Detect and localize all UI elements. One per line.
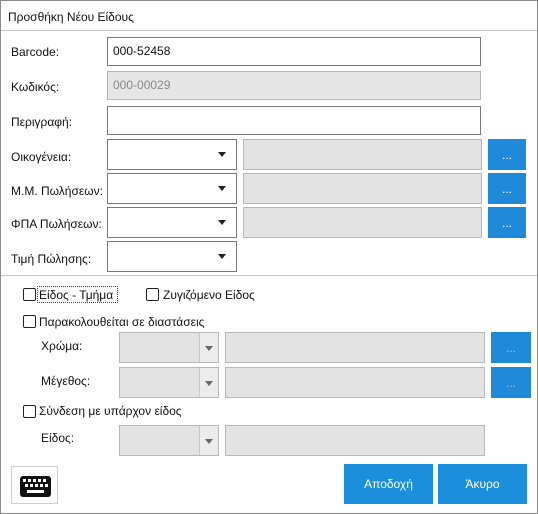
family-browse-button[interactable]: ... — [488, 139, 526, 170]
item-dropdown[interactable] — [119, 425, 219, 456]
chevron-down-icon — [218, 152, 226, 157]
chevron-down-icon — [205, 439, 213, 444]
family-label: Οικογένεια: — [11, 150, 72, 164]
window-title: Προσθήκη Νέου Είδους — [8, 10, 134, 24]
chevron-down-icon — [205, 346, 213, 351]
cancel-button[interactable]: Άκυρο — [438, 464, 527, 504]
price-label: Τιμή Πώλησης: — [11, 252, 92, 266]
barcode-input[interactable]: 000-52458 — [107, 37, 481, 66]
chevron-down-icon — [218, 220, 226, 225]
code-label: Κωδικός: — [11, 80, 60, 94]
keyboard-icon — [20, 476, 51, 497]
title-divider — [1, 30, 537, 31]
keyboard-button[interactable] — [11, 466, 58, 504]
barcode-label: Barcode: — [11, 45, 60, 59]
vat-dropdown[interactable] — [107, 207, 237, 238]
size-label: Μέγεθος: — [41, 374, 91, 388]
unit-browse-button[interactable]: ... — [488, 173, 526, 204]
track-dimensions-label[interactable]: Παρακολουθείται σε διαστάσεις — [39, 315, 204, 329]
item-department-label[interactable]: Είδος - Τμήμα — [39, 288, 113, 302]
vat-name-display — [243, 207, 482, 238]
unit-name-display — [243, 173, 482, 204]
description-label: Περιγραφή: — [11, 115, 73, 129]
weighed-item-label[interactable]: Ζυγιζόμενο Είδος — [163, 288, 255, 302]
chevron-down-icon — [218, 186, 226, 191]
color-label: Χρώμα: — [41, 339, 83, 353]
weighed-item-checkbox[interactable] — [146, 288, 159, 301]
track-dimensions-checkbox[interactable] — [23, 315, 36, 328]
item-label: Είδος: — [41, 431, 75, 445]
item-department-checkbox[interactable] — [23, 288, 36, 301]
link-existing-label[interactable]: Σύνδεση με υπάρχον είδος — [39, 404, 182, 418]
vat-label: ΦΠΑ Πωλήσεων: — [11, 217, 102, 231]
description-input[interactable] — [107, 106, 481, 135]
unit-dropdown[interactable] — [107, 173, 237, 204]
vat-browse-button[interactable]: ... — [488, 207, 526, 238]
link-existing-checkbox[interactable] — [23, 405, 36, 418]
price-dropdown[interactable] — [107, 241, 237, 272]
color-dropdown[interactable] — [119, 332, 219, 363]
section-divider — [1, 275, 537, 276]
new-item-dialog: Προσθήκη Νέου Είδους Barcode: 000-52458 … — [0, 0, 538, 514]
size-dropdown[interactable] — [119, 367, 219, 398]
unit-label: Μ.Μ. Πωλήσεων: — [11, 184, 103, 198]
chevron-down-icon — [218, 254, 226, 259]
family-dropdown[interactable] — [107, 139, 237, 170]
chevron-down-icon — [205, 381, 213, 386]
item-name-display — [225, 425, 485, 456]
size-browse-button[interactable]: ... — [491, 367, 531, 398]
size-name-display — [225, 367, 485, 398]
color-browse-button[interactable]: ... — [491, 332, 531, 363]
code-input[interactable]: 000-00029 — [107, 71, 481, 100]
family-name-display — [243, 139, 482, 170]
accept-button[interactable]: Αποδοχή — [344, 464, 433, 504]
color-name-display — [225, 332, 485, 363]
